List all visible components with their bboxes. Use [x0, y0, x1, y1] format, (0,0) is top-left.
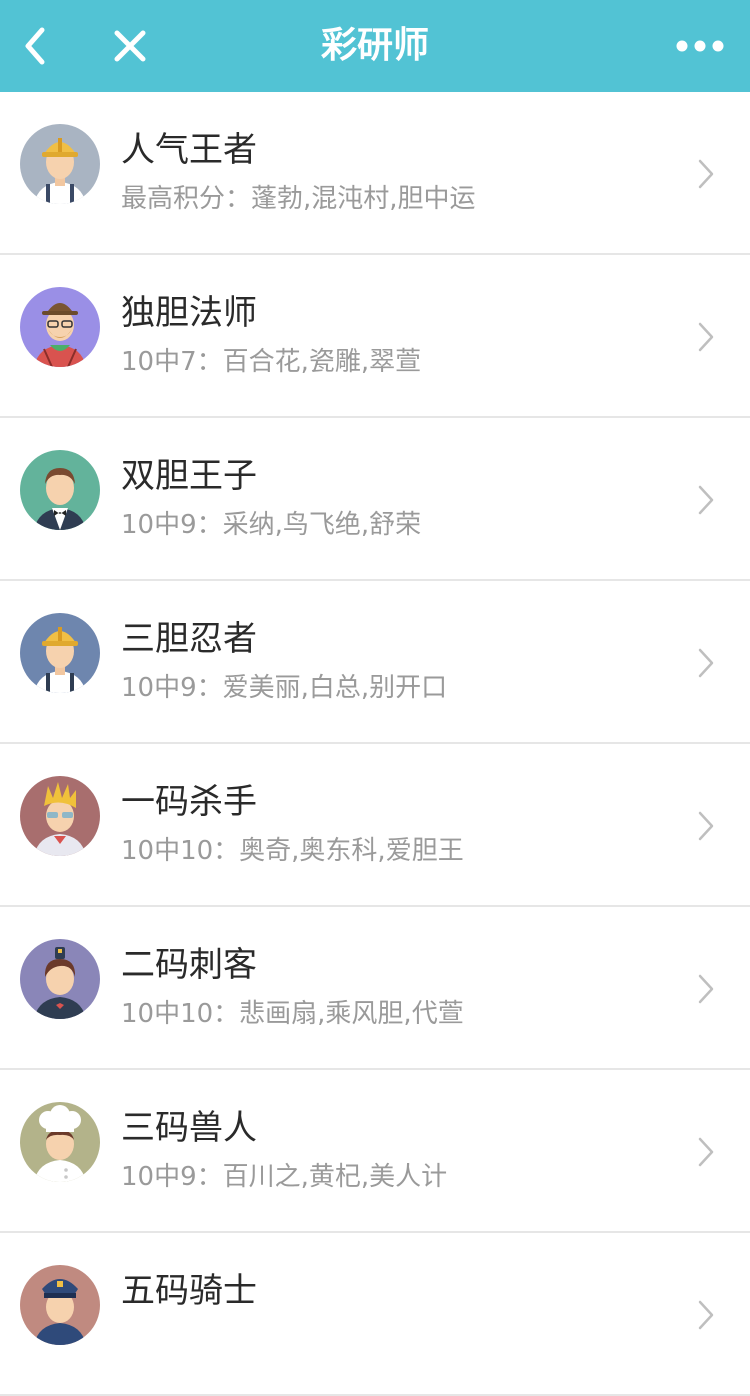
predictor-name: 三码兽人 [121, 1108, 257, 1148]
predictor-record: 10中10：奥奇,奥东科,爱胆王 [121, 836, 464, 866]
list-item[interactable]: 五码骑士 [0, 1233, 750, 1396]
chevron-left-icon [25, 27, 45, 65]
list-item[interactable]: 二码刺客 10中10：悲画扇,乘风胆,代萱 [0, 907, 750, 1070]
chevron-right-icon [698, 1300, 714, 1330]
chevron-right-icon [698, 811, 714, 841]
stewardess-avatar [20, 939, 100, 1019]
predictor-record: 10中10：悲画扇,乘风胆,代萱 [121, 999, 464, 1029]
list-item[interactable]: 人气王者 最高积分：蓬勃,混沌村,胆中运 [0, 92, 750, 255]
chevron-right-icon [698, 648, 714, 678]
police-avatar [20, 1265, 100, 1345]
list-item[interactable]: 三胆忍者 10中9：爱美丽,白总,别开口 [0, 581, 750, 744]
chevron-right-icon [698, 974, 714, 1004]
predictor-name: 一码杀手 [121, 782, 257, 822]
chevron-right-icon [698, 1137, 714, 1167]
more-dots-icon [676, 40, 724, 52]
list-item[interactable]: 一码杀手 10中10：奥奇,奥东科,爱胆王 [0, 744, 750, 907]
predictor-record: 10中9：百川之,黄杞,美人计 [121, 1162, 448, 1192]
predictor-name: 五码骑士 [121, 1271, 257, 1311]
predictor-record: 最高积分：蓬勃,混沌村,胆中运 [121, 184, 476, 214]
predictor-name: 二码刺客 [121, 945, 257, 985]
chevron-right-icon [698, 159, 714, 189]
predictor-record: 10中7：百合花,瓷雕,翠萱 [121, 347, 422, 377]
back-button[interactable] [0, 0, 70, 92]
top-nav-bar: 彩研师 [0, 0, 750, 92]
bearded-hat-avatar [20, 287, 100, 367]
list-item[interactable]: 独胆法师 10中7：百合花,瓷雕,翠萱 [0, 255, 750, 418]
predictor-name: 独胆法师 [121, 293, 257, 333]
predictor-list: 人气王者 最高积分：蓬勃,混沌村,胆中运 独胆法师 10中7：百合花,瓷雕,翠萱 [0, 92, 750, 1396]
chef-avatar [20, 1102, 100, 1182]
sunglasses-avatar [20, 776, 100, 856]
predictor-name: 人气王者 [121, 130, 257, 170]
hardhat-worker-avatar [20, 124, 100, 204]
waiter-avatar [20, 450, 100, 530]
chevron-right-icon [698, 322, 714, 352]
chevron-right-icon [698, 485, 714, 515]
list-item[interactable]: 双胆王子 10中9：采纳,鸟飞绝,舒荣 [0, 418, 750, 581]
predictor-name: 三胆忍者 [121, 619, 257, 659]
predictor-record: 10中9：采纳,鸟飞绝,舒荣 [121, 510, 422, 540]
hardhat-worker-avatar [20, 613, 100, 693]
more-button[interactable] [650, 0, 750, 92]
list-item[interactable]: 三码兽人 10中9：百川之,黄杞,美人计 [0, 1070, 750, 1233]
predictor-name: 双胆王子 [121, 456, 257, 496]
close-button[interactable] [95, 0, 165, 92]
close-icon [114, 30, 146, 62]
predictor-record: 10中9：爱美丽,白总,别开口 [121, 673, 448, 703]
page-title: 彩研师 [320, 25, 429, 66]
